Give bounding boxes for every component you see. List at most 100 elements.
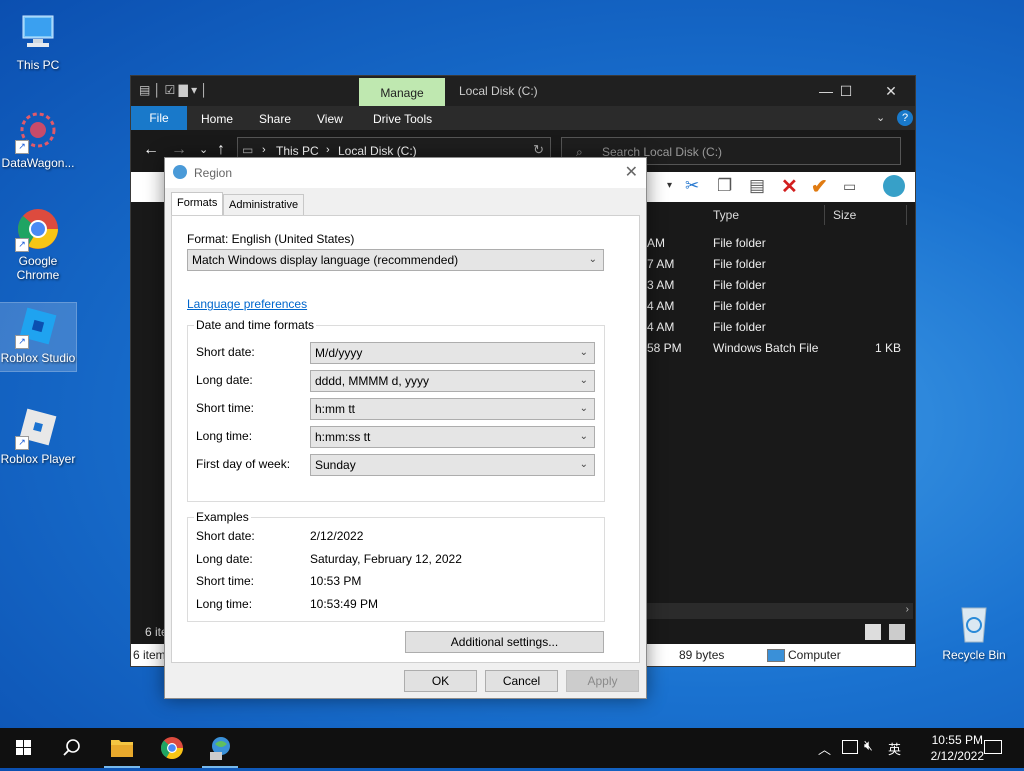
table-row[interactable]: AM File folder <box>647 233 907 254</box>
ok-button[interactable]: OK <box>404 670 477 692</box>
volume-muted-icon[interactable]: 🔇︎ <box>864 737 873 754</box>
delete-icon[interactable]: ✕ <box>781 174 798 199</box>
paste-dropdown-icon[interactable]: ▾ <box>667 180 672 191</box>
roblox-player-icon: ↗ <box>15 404 61 450</box>
details-view-icon[interactable] <box>865 624 881 640</box>
breadcrumb-separator-icon: › <box>326 144 330 156</box>
desktop-icon-recycle-bin[interactable]: Recycle Bin <box>936 600 1012 662</box>
long-time-select[interactable]: h:mm:ss tt ⌄ <box>310 426 595 448</box>
help-icon[interactable]: ? <box>897 110 913 126</box>
column-size[interactable]: Size <box>833 208 856 222</box>
computer-icon <box>767 649 785 662</box>
desktop-icon-datawagon[interactable]: ↗ DataWagon... <box>0 108 76 170</box>
taskbar-file-explorer[interactable] <box>98 728 146 768</box>
breadcrumb-local-disk[interactable]: Local Disk (C:) <box>338 144 417 158</box>
desktop-icon-label: Recycle Bin <box>942 648 1006 662</box>
globe-icon[interactable] <box>883 175 905 197</box>
cancel-button[interactable]: Cancel <box>485 670 558 692</box>
computer-icon <box>15 10 61 56</box>
table-row[interactable]: 3 AM File folder <box>647 275 907 296</box>
cut-icon[interactable]: ✂ <box>685 176 699 196</box>
table-row[interactable]: 58 PM Windows Batch File 1 KB <box>647 338 907 359</box>
start-button[interactable] <box>0 728 48 768</box>
horizontal-scrollbar[interactable]: › <box>647 603 913 619</box>
windows-logo-icon <box>16 740 31 755</box>
network-icon[interactable] <box>842 740 858 754</box>
long-date-select[interactable]: dddd, MMMM d, yyyy ⌄ <box>310 370 595 392</box>
shortcut-arrow-icon: ↗ <box>15 335 29 349</box>
desktop-icon-roblox-player[interactable]: ↗ Roblox Player <box>0 404 76 466</box>
example-value: Saturday, February 12, 2022 <box>310 552 462 566</box>
first-day-label: First day of week: <box>196 457 291 471</box>
example-label: Long date: <box>196 552 253 566</box>
column-type[interactable]: Type <box>713 208 739 222</box>
table-row[interactable]: 4 AM File folder <box>647 296 907 317</box>
apply-button[interactable]: Apply <box>566 670 639 692</box>
language-preferences-link[interactable]: Language preferences <box>187 297 307 311</box>
tab-file[interactable]: File <box>131 106 187 130</box>
tab-view[interactable]: View <box>317 112 343 126</box>
region-dialog[interactable]: Region ✕ Formats Administrative Format: … <box>164 157 647 699</box>
example-value: 10:53 PM <box>310 574 362 588</box>
short-time-label: Short time: <box>196 401 255 415</box>
table-row[interactable]: 4 AM File folder <box>647 317 907 338</box>
copy-icon[interactable]: ❐ <box>717 176 732 196</box>
taskbar-chrome[interactable] <box>148 728 196 768</box>
clock-time: 10:55 PM <box>931 733 983 747</box>
example-label: Short time: <box>196 574 255 588</box>
search-button[interactable] <box>48 728 96 768</box>
ribbon-expand-icon[interactable]: ⌄ <box>876 111 885 124</box>
datawagon-icon: ↗ <box>15 108 61 154</box>
refresh-icon[interactable]: ↻ <box>533 142 544 158</box>
desktop-icon-google-chrome[interactable]: ↗ Google Chrome <box>0 206 76 282</box>
folder-icon <box>111 740 133 757</box>
chevron-down-icon: ⌄ <box>579 431 588 442</box>
table-row[interactable]: 7 AM File folder <box>647 254 907 275</box>
chevron-down-icon: ⌄ <box>579 375 588 386</box>
ime-indicator[interactable]: 英 <box>888 739 901 758</box>
drive-icon: ▭ <box>242 143 254 157</box>
quick-access-toolbar[interactable]: ▤ │ ☑ ▇ ▾ │ <box>139 83 208 97</box>
tab-share[interactable]: Share <box>259 112 291 126</box>
explorer-titlebar[interactable]: ▤ │ ☑ ▇ ▾ │ Manage Local Disk (C:) — ☐ ✕ <box>131 76 915 106</box>
dialog-close-button[interactable]: ✕ <box>625 162 638 182</box>
dialog-title: Region <box>194 166 233 180</box>
large-icons-view-icon[interactable] <box>889 624 905 640</box>
maximize-button[interactable]: ☐ <box>831 80 861 102</box>
tab-manage[interactable]: Manage <box>359 78 445 106</box>
clipboard-icon[interactable]: ▤ <box>749 176 765 196</box>
example-value: 2/12/2022 <box>310 529 364 543</box>
example-label: Short date: <box>196 529 255 543</box>
rename-icon[interactable]: ▭ <box>843 178 856 195</box>
tab-home[interactable]: Home <box>201 112 233 126</box>
short-date-select[interactable]: M/d/yyyy ⌄ <box>310 342 595 364</box>
close-button[interactable]: ✕ <box>876 80 906 102</box>
roblox-studio-icon: ↗ <box>15 303 61 349</box>
dialog-titlebar[interactable]: Region ✕ <box>165 158 646 188</box>
additional-settings-button[interactable]: Additional settings... <box>405 631 604 653</box>
recent-locations-icon[interactable]: ⌄ <box>199 143 208 156</box>
tab-administrative[interactable]: Administrative <box>223 194 305 215</box>
chevron-down-icon: ⌄ <box>579 347 588 358</box>
search-icon <box>63 739 80 756</box>
breadcrumb-this-pc[interactable]: This PC <box>276 144 319 158</box>
back-icon[interactable]: ← <box>143 141 159 159</box>
show-hidden-icons-icon[interactable]: ︿ <box>818 739 831 758</box>
taskbar-region-settings[interactable] <box>196 728 244 768</box>
scroll-right-icon[interactable]: › <box>906 604 909 615</box>
first-day-select[interactable]: Sunday ⌄ <box>310 454 595 476</box>
clock[interactable]: 10:55 PM 2/12/2022 <box>931 732 984 764</box>
tab-formats[interactable]: Formats <box>171 192 224 215</box>
desktop-icon-roblox-studio[interactable]: ↗ Roblox Studio <box>0 302 77 372</box>
desktop-icon-label: Google Chrome <box>16 254 60 282</box>
notifications-icon[interactable] <box>984 740 1002 754</box>
short-time-select[interactable]: h:mm tt ⌄ <box>310 398 595 420</box>
desktop-icon-label: DataWagon... <box>1 156 75 170</box>
chevron-down-icon: ⌄ <box>579 403 588 414</box>
tab-drive-tools[interactable]: Drive Tools <box>373 112 432 126</box>
desktop-icon-this-pc[interactable]: This PC <box>0 10 76 72</box>
group-title: Date and time formats <box>194 318 317 332</box>
chevron-down-icon: ⌄ <box>579 459 588 470</box>
checkmark-icon[interactable]: ✔ <box>811 174 828 199</box>
format-select[interactable]: Match Windows display language (recommen… <box>187 249 604 271</box>
